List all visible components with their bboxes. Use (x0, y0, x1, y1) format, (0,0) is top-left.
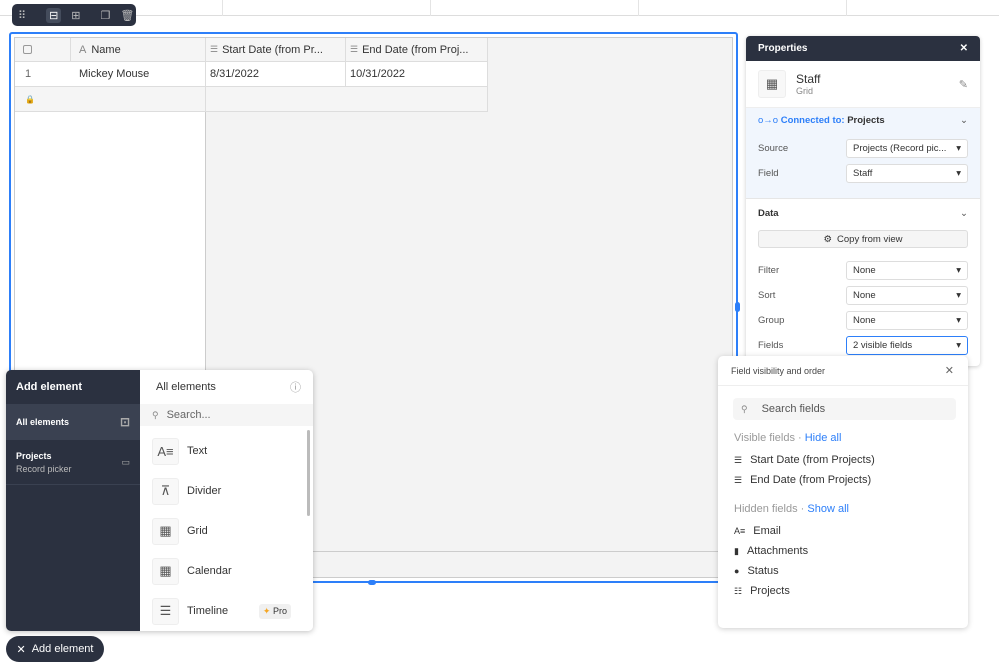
chevron-down-icon: ⌄ (960, 115, 968, 126)
close-icon[interactable]: ✕ (945, 364, 954, 377)
filter-dropdown[interactable]: None ▾ (846, 261, 968, 280)
data-section-toggle[interactable]: Data ⌄ (746, 201, 980, 226)
element-item-timeline[interactable]: ☰ Timeline ✦ Pro (140, 591, 313, 631)
add-element-panel: Add element All elements ⊡ Projects Record… (6, 370, 313, 631)
element-search-input[interactable]: ⚲ Search... (140, 404, 313, 426)
scrollbar[interactable] (307, 430, 310, 516)
lock-icon: 🔒 (15, 87, 206, 111)
resize-handle-bottom[interactable] (368, 580, 376, 585)
lookup-icon: ☰ (734, 454, 743, 465)
lookup-icon: ☰ (734, 474, 743, 485)
email-icon: A≡ (734, 526, 746, 536)
element-item-calendar[interactable]: ▦ Calendar (140, 551, 313, 591)
close-icon[interactable]: ✕ (960, 43, 968, 54)
table-row[interactable]: 1 Mickey Mouse 8/31/2022 10/31/2022 (15, 62, 488, 87)
duplicate-icon[interactable]: ❐ (101, 9, 111, 22)
field-dropdown[interactable]: Staff ▾ (846, 164, 968, 183)
text-icon: A≡ (152, 437, 179, 465)
chevron-down-icon: ⌄ (960, 208, 968, 219)
visible-field-item[interactable]: ☰ End Date (from Projects) (718, 470, 968, 490)
element-item-divider[interactable]: ⊼ Divider (140, 471, 313, 511)
close-icon: ✕ (16, 643, 26, 656)
link-icon: o→o (758, 115, 779, 126)
full-width-icon[interactable]: ⊟ (46, 7, 62, 23)
grid-icon: ▦ (758, 70, 786, 98)
element-item-grid[interactable]: ▦ Grid (140, 511, 313, 551)
sort-dropdown[interactable]: None ▾ (846, 286, 968, 305)
source-dropdown[interactable]: Projects (Record pic... ▾ (846, 139, 968, 158)
column-header-end-date[interactable]: ☰ End Date (from Proj... (346, 38, 488, 61)
search-icon: ⚲ (741, 403, 748, 414)
text-icon: A (79, 43, 87, 56)
properties-panel: Properties ✕ ▦ Staff Grid ✎ o→o Connected … (746, 36, 980, 366)
search-icon: ⚲ (152, 409, 159, 420)
hide-all-link[interactable]: Hide all (805, 432, 842, 444)
trash-icon[interactable]: 🗑 (120, 9, 134, 22)
show-all-link[interactable]: Show all (807, 503, 849, 515)
gear-icon: ⚙ (823, 233, 833, 245)
record-picker-icon: ▭ (121, 456, 130, 467)
copy-from-view-button[interactable]: ⚙ Copy from view (758, 230, 968, 248)
attachment-icon: ▮ (734, 545, 739, 556)
search-fields-input[interactable]: ⚲ Search fields (733, 398, 956, 420)
calendar-icon: ▦ (152, 557, 179, 585)
divider-icon: ⊼ (152, 477, 179, 505)
lookup-icon: ☰ (210, 44, 219, 54)
column-header-start-date[interactable]: ☰ Start Date (from Pr... (206, 38, 346, 61)
hidden-field-item[interactable]: ▮ Attachments (718, 541, 968, 561)
box-icon: ⊡ (119, 415, 130, 429)
add-row-locked: 🔒 (15, 87, 488, 112)
info-icon[interactable]: ⓘ (290, 379, 301, 395)
lookup-icon: ☰ (350, 44, 359, 54)
visible-field-item[interactable]: ☰ Start Date (from Projects) (718, 450, 968, 470)
pro-badge: ✦ Pro (258, 603, 291, 619)
page-grid-background (0, 0, 999, 16)
pencil-icon[interactable]: ✎ (959, 78, 968, 91)
hidden-field-item[interactable]: A≡ Email (718, 521, 968, 541)
drag-handle-icon[interactable]: ⠿ (18, 9, 26, 22)
element-toolbar: ⠿ ⊟ ⊞ ❐ 🗑 (12, 4, 136, 26)
element-item-text[interactable]: A≡ Text (140, 431, 313, 471)
timeline-icon: ☰ (152, 597, 179, 625)
fit-width-icon[interactable]: ⊞ (71, 9, 80, 22)
add-element-button[interactable]: ✕ Add element (6, 636, 104, 662)
hidden-field-item[interactable]: ● Status (718, 561, 968, 581)
linked-record-icon: ☷ (734, 585, 743, 596)
field-visibility-popover: Field visibility and order ✕ ⚲ Search fiel… (718, 356, 968, 628)
group-dropdown[interactable]: None ▾ (846, 311, 968, 330)
category-all-elements[interactable]: All elements ⊡ (6, 404, 140, 440)
category-projects[interactable]: Projects Record picker ▭ (6, 440, 140, 485)
select-all-checkbox[interactable] (15, 38, 71, 61)
hidden-field-item[interactable]: ☷ Projects (718, 581, 968, 601)
grid-icon: ▦ (152, 517, 179, 545)
resize-handle-right[interactable] (735, 302, 740, 312)
connected-section-toggle[interactable]: o→o Connected to: Projects ⌄ (746, 108, 980, 133)
fields-dropdown[interactable]: 2 visible fields ▾ (846, 336, 968, 355)
grid-header: A Name ☰ Start Date (from Pr... ☰ End Date … (15, 38, 488, 62)
column-header-name[interactable]: A Name (71, 38, 206, 61)
status-icon: ● (734, 566, 740, 576)
